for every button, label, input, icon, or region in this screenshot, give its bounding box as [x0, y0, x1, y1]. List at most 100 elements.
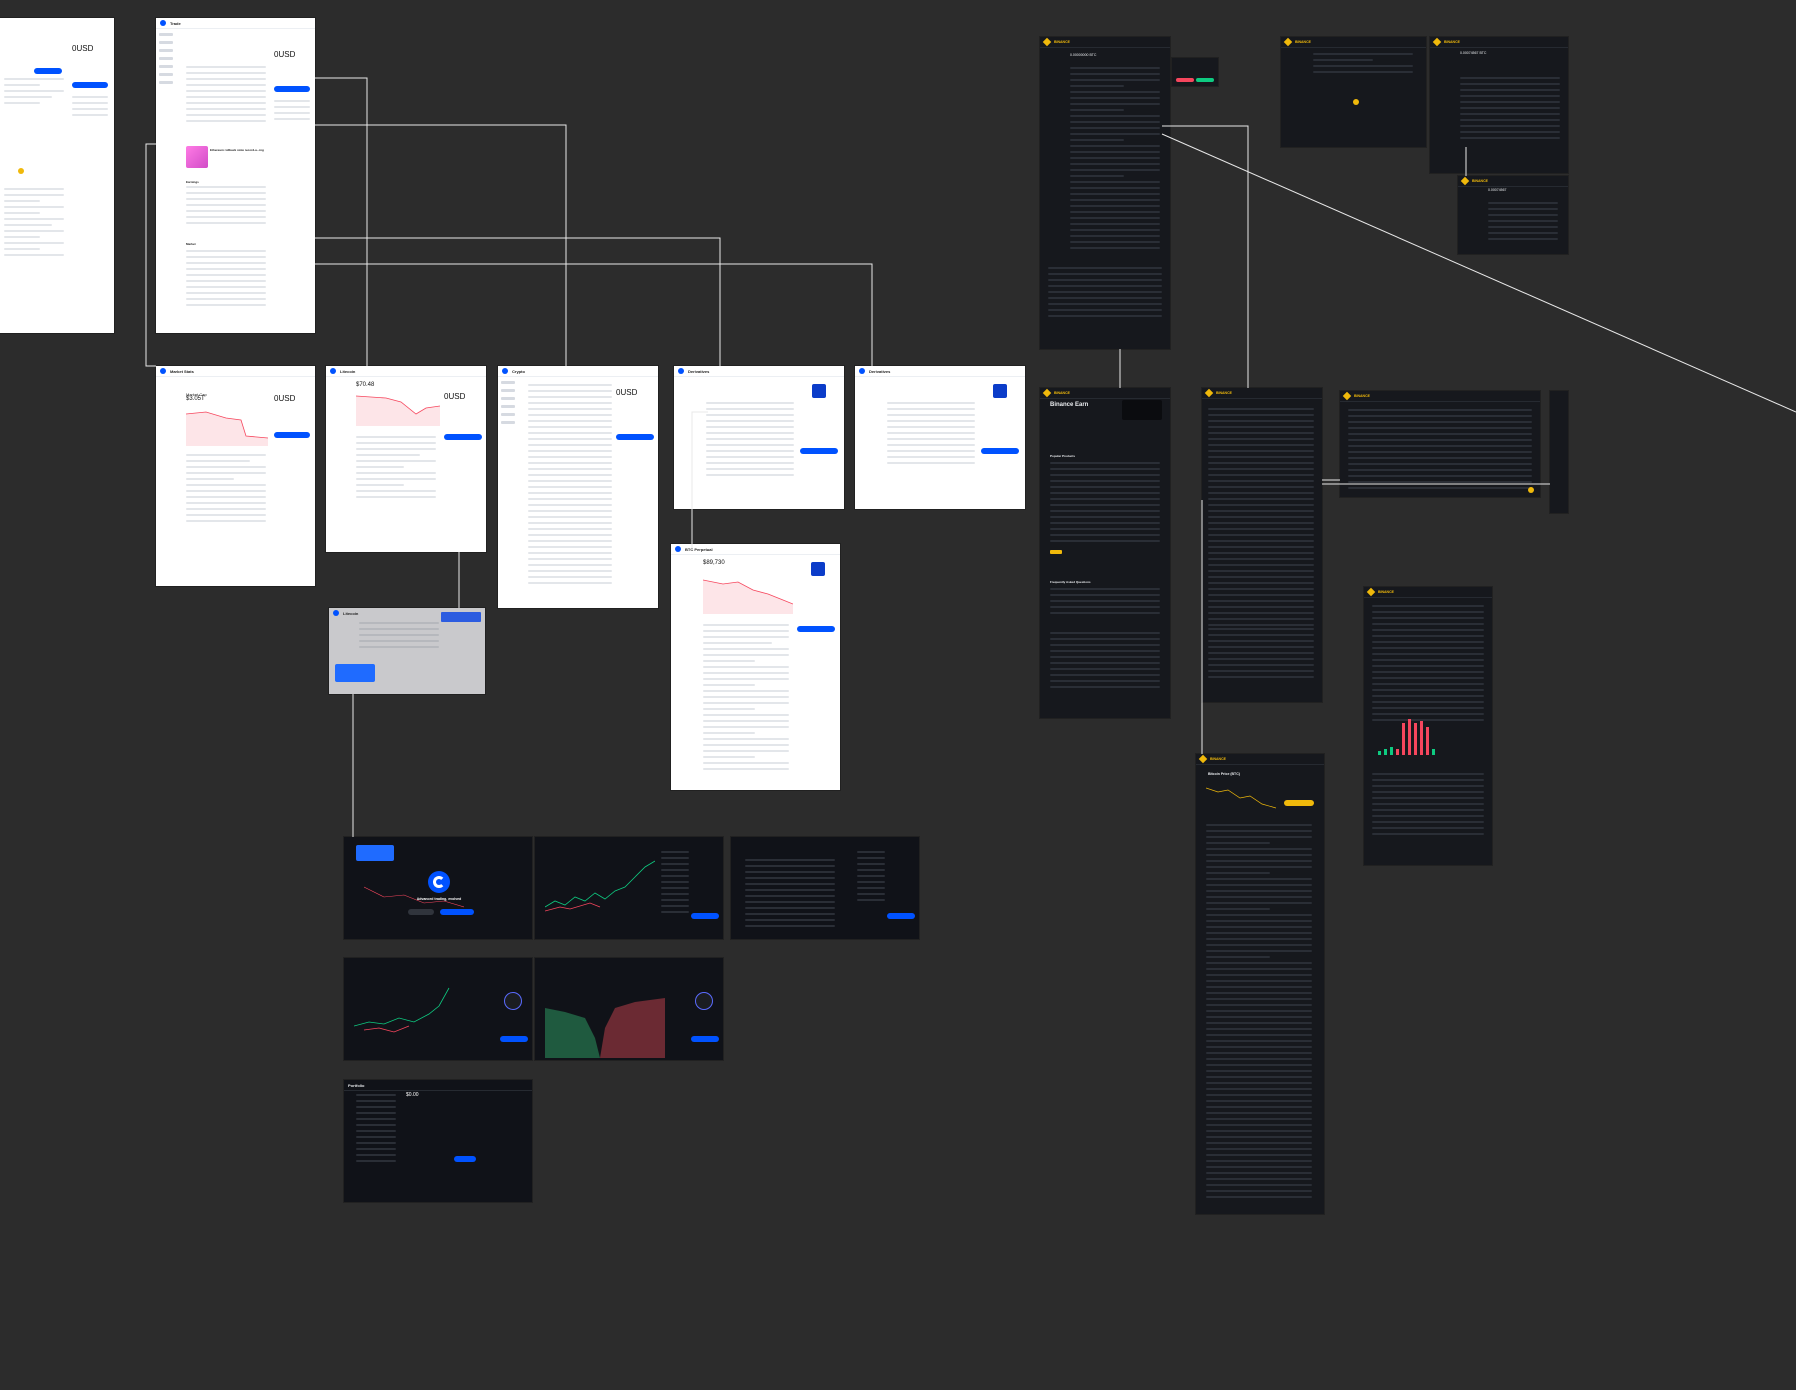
home-illustration — [18, 168, 24, 174]
binance-orders-chat-icon[interactable] — [1528, 487, 1534, 493]
board-litecoin-dim: Litecoin — [329, 608, 485, 694]
trade-buy-button[interactable] — [274, 86, 310, 92]
binance-earn-footer — [1050, 632, 1160, 692]
litecoin-dim-title: Litecoin — [343, 610, 359, 616]
trade-nft-headline[interactable]: Ethereum rollback stole record-a...ing — [210, 148, 265, 152]
portfolio-primary-button[interactable] — [454, 1156, 476, 1162]
adv-order-button-4[interactable] — [691, 1036, 719, 1042]
binance-earn-banner[interactable] — [1122, 400, 1162, 420]
home-rows — [4, 78, 64, 108]
trade-title: Trade — [170, 20, 181, 26]
trade-nft-image[interactable] — [186, 146, 208, 168]
coinbase-logo-icon — [333, 610, 339, 616]
board-trade: Trade Ethereum rollback stole record-a..… — [156, 18, 315, 333]
binance-price-rows — [1206, 824, 1312, 1202]
crypto-buy-button[interactable] — [616, 434, 654, 440]
binance-assets-brand: BINANCE — [1444, 40, 1460, 44]
adv-markets-list — [745, 859, 835, 931]
crypto-table — [528, 384, 612, 588]
derivatives-title-2: Derivatives — [869, 368, 891, 374]
adv-modal-headline: Advanced trading, evolved — [416, 897, 462, 901]
adv-profile-avatar-2[interactable] — [695, 992, 713, 1010]
home-primary-button[interactable] — [34, 68, 62, 74]
board-adv-depth — [535, 958, 723, 1060]
adv-modal-secondary-button[interactable] — [408, 909, 434, 915]
home-asset-list — [72, 96, 108, 120]
board-binance-overview: BINANCE — [1364, 587, 1492, 865]
portfolio-left-rows — [356, 1094, 396, 1166]
litecoin-balance: 0USD — [444, 392, 466, 401]
coinbase-logo-icon — [502, 368, 508, 374]
adv-candles-1 — [545, 860, 655, 912]
btc-perpetual-title: BTC Perpetual — [685, 546, 713, 552]
crypto-sidebar[interactable] — [498, 376, 524, 608]
board-coinbase-home: 0USD — [0, 18, 114, 333]
binance-overview-footer — [1372, 773, 1484, 839]
binance-logo-icon — [1283, 37, 1293, 47]
litecoin-dim-rows — [359, 622, 439, 652]
market-cap-chart — [186, 411, 268, 446]
derivatives-cta-button-2[interactable] — [981, 448, 1019, 454]
binance-earn-faq: Frequently Asked Questions — [1050, 580, 1091, 584]
board-derivatives-1: Derivatives — [674, 366, 844, 509]
adv-candles-2 — [354, 987, 450, 1033]
board-binance-assets-2: BINANCE 0.00074567 — [1458, 176, 1568, 254]
binance-earn-products — [1050, 462, 1160, 546]
adv-profile-avatar-1[interactable] — [504, 992, 522, 1010]
coinbase-logo-icon — [160, 20, 166, 26]
binance-orders-brand: BINANCE — [1354, 394, 1370, 398]
btc-perpetual-price: $89,730 — [703, 560, 725, 566]
binance-earn-cta-icon[interactable] — [1050, 550, 1062, 554]
home-secondary-button[interactable] — [72, 82, 108, 88]
adv-orderbook-1 — [661, 851, 689, 917]
home-list — [4, 188, 64, 260]
litecoin-dim-panel — [441, 612, 481, 622]
board-adv-markets — [731, 837, 919, 939]
adv-modal-primary-button[interactable] — [440, 909, 474, 915]
derivatives-table — [706, 402, 794, 480]
binance-price-buy-button[interactable] — [1284, 800, 1314, 806]
adv-order-button-1[interactable] — [691, 913, 719, 919]
litecoin-rows — [356, 436, 436, 502]
binance-overview-bars — [1378, 719, 1435, 755]
adv-order-button-3[interactable] — [500, 1036, 528, 1042]
trade-balance: 0USD — [274, 50, 296, 59]
binance-logo-icon — [1204, 388, 1214, 398]
litecoin-buy-button[interactable] — [444, 434, 482, 440]
binance-top-footer — [1048, 267, 1162, 321]
trade-sidebar[interactable] — [156, 28, 182, 333]
coinbase-logo-icon — [678, 368, 684, 374]
derivatives-cta-button[interactable] — [800, 448, 838, 454]
trade-right-list — [274, 100, 310, 124]
btc-perpetual-cta-button[interactable] — [797, 626, 835, 632]
home-balance: 0USD — [72, 44, 94, 53]
adv-order-button-2[interactable] — [887, 913, 915, 919]
adv-banner[interactable] — [356, 845, 394, 861]
coinbase-logo-icon — [859, 368, 865, 374]
binance-assets-balance: 0.00074567 BTC — [1460, 51, 1487, 55]
binance-price-chart — [1206, 787, 1276, 809]
trade-table — [186, 66, 266, 126]
board-adv-chart-1 — [535, 837, 723, 939]
board-litecoin: Litecoin $70.48 0USD — [326, 366, 486, 552]
binance-wallet-illustration — [1353, 99, 1359, 105]
portfolio-balance: $0.00 — [406, 1092, 419, 1098]
adv-depth-chart — [545, 998, 665, 1058]
board-btc-perpetual: BTC Perpetual $89,730 — [671, 544, 840, 790]
btc-perpetual-chart — [703, 579, 793, 614]
portfolio-title: Portfolio — [348, 1082, 365, 1088]
board-adv-modal: Advanced trading, evolved — [344, 837, 532, 939]
market-stats-buy-button[interactable] — [274, 432, 310, 438]
binance-markets-brand: BINANCE — [1216, 391, 1232, 395]
board-binance-orders: BINANCE — [1340, 391, 1540, 497]
board-binance-orders-edge — [1550, 391, 1568, 513]
binance-earn-brand: BINANCE — [1054, 391, 1070, 395]
board-market-stats: Market Stats Market Cap $3.05T 0USD — [156, 366, 315, 586]
binance-popup-confirm-button[interactable] — [1196, 78, 1214, 82]
tooltip-popover[interactable] — [335, 664, 375, 682]
binance-popup-cancel-button[interactable] — [1176, 78, 1194, 82]
binance-assets-2-balance: 0.00074567 — [1488, 188, 1507, 192]
binance-wallet-rows — [1313, 53, 1413, 77]
adv-orderbook-2 — [857, 851, 885, 905]
litecoin-price: $70.48 — [356, 382, 375, 388]
